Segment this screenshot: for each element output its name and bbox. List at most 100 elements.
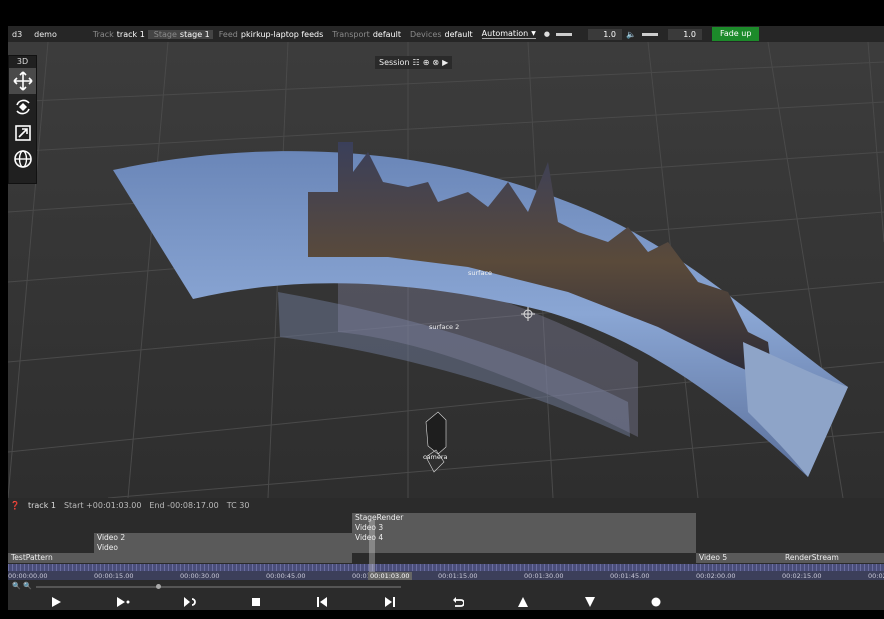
clip-video5[interactable]: Video 5 [696,553,782,563]
stage-visualisation [8,42,884,498]
play-icon[interactable]: ▶ [442,58,448,67]
playhead-time: 00:01:03.00 [368,572,412,580]
rotate-icon [15,99,30,115]
previous-section-button[interactable] [312,595,332,609]
menu-bar: d3 demo Track track 1 Stage stage 1 Feed… [8,26,884,42]
play-icon [52,597,61,607]
clip-video2[interactable]: Video 2 [94,533,352,543]
surface-1-label: surface [468,269,493,277]
world-tool[interactable] [9,146,36,172]
timeline-start: Start +00:01:03.00 [63,500,142,510]
tick-label: 00:01:15.00 [438,572,478,580]
next-section-button[interactable] [380,595,400,609]
stage-selector[interactable]: stage 1 [179,29,213,39]
move-tool[interactable] [9,68,36,94]
return-icon [453,597,464,607]
clip-testpattern[interactable]: TestPattern [8,553,352,563]
scale-tool[interactable] [9,120,36,146]
chevron-down-icon: ▼ [531,30,536,37]
fade-up-button[interactable]: Fade up [711,27,760,41]
stage-label: Stage [147,29,180,39]
track-info-icon[interactable]: ❓ [10,501,20,510]
timeline-header: ❓ track 1 Start +00:01:03.00 End -00:08:… [8,498,884,512]
tick-label: 00:01:30.00 [524,572,564,580]
timeline-end: End -00:08:17.00 [149,500,219,510]
automation-dropdown[interactable]: Automation ▼ [481,29,536,39]
clip-video[interactable]: Video [94,543,696,553]
tick-label: 00:00:15.00 [94,572,134,580]
play-to-end-icon [117,597,130,607]
play-button[interactable] [46,595,66,609]
letterbox-top [0,0,884,26]
zoom-slider-handle[interactable] [156,584,161,589]
stop-button[interactable] [246,595,266,609]
clip-stagerender[interactable]: StageRender [352,513,696,523]
scale-icon [14,125,31,141]
speaker-icon: 🔈 [625,29,636,39]
letterbox-bottom [0,610,884,619]
previous-section-icon [317,597,327,607]
target-icon[interactable]: ⊕ [423,58,430,67]
tick-label: 00:02:00.00 [696,572,736,580]
network-icon[interactable]: ☷ [413,58,420,67]
tick-label: 00:02:3 [868,572,884,580]
tick-label: 00:00:00.00 [8,572,48,580]
timeline-tc: TC 30 [226,500,250,510]
zoom-in-icon[interactable]: 🔍 [23,582,32,590]
record-icon [651,597,661,607]
down-icon [585,597,595,607]
stop-icon [252,598,260,606]
play-to-end-button[interactable] [113,595,133,609]
clip-renderstream[interactable]: RenderStream [782,553,884,563]
timeline-ruler[interactable]: 00:00:00.00 00:00:15.00 00:00:30.00 00:0… [8,564,884,580]
ruler-ticks [8,564,884,571]
tick-label: 00:00:45.00 [266,572,306,580]
loop-icon [184,597,196,607]
return-button[interactable] [448,595,468,609]
project-menu[interactable]: demo [26,30,61,39]
brightness-slider[interactable] [555,32,572,36]
camera-label: camera [423,453,448,461]
track-label: Track [92,29,114,39]
feed-label: Feed [218,29,238,39]
timeline-panel: ❓ track 1 Start +00:01:03.00 End -00:08:… [8,498,884,610]
3d-viewport[interactable]: surface surface 2 camera [8,42,884,498]
transport-controls [8,594,884,610]
surface-2-label: surface 2 [429,323,460,331]
3d-toolbox: 3D [8,55,37,184]
brightness-icon: ● [543,30,550,38]
loop-button[interactable] [180,595,200,609]
down-button[interactable] [580,595,600,609]
tick-label: 00:02:15.00 [782,572,822,580]
move-icon [12,71,33,91]
clip-video3[interactable]: Video 3 [352,523,696,533]
devices-selector[interactable]: default [445,30,476,39]
track-selector[interactable]: track 1 [117,30,148,39]
volume-slider[interactable] [641,32,658,36]
transport-label: Transport [332,29,370,39]
tick-label: 00:01:45.00 [610,572,650,580]
next-section-icon [385,597,395,607]
volume-value[interactable]: 1.0 [667,28,702,40]
exit-icon[interactable]: ⊗ [432,58,439,67]
playhead[interactable] [369,520,375,572]
brightness-value[interactable]: 1.0 [587,28,622,40]
zoom-out-icon[interactable]: 🔍 [12,582,21,590]
up-button[interactable] [513,595,533,609]
rotate-tool[interactable] [9,94,36,120]
timeline-zoom-bar: 🔍 🔍 [8,582,884,592]
session-bar[interactable]: Session ☷ ⊕ ⊗ ▶ [375,56,453,69]
automation-label: Automation [481,29,529,38]
up-icon [518,597,528,607]
transport-selector[interactable]: default [373,30,404,39]
timeline-track-name: track 1 [27,500,56,510]
globe-icon [13,150,32,168]
record-button[interactable] [646,595,666,609]
toolbox-title: 3D [16,57,29,66]
d3-menu[interactable]: d3 [8,30,26,39]
zoom-slider[interactable] [36,586,401,588]
clip-video4[interactable]: Video 4 [352,533,696,543]
session-label: Session [379,58,410,67]
feed-selector[interactable]: pkirkup-laptop feeds [241,30,326,39]
tick-label: 00:00:30.00 [180,572,220,580]
